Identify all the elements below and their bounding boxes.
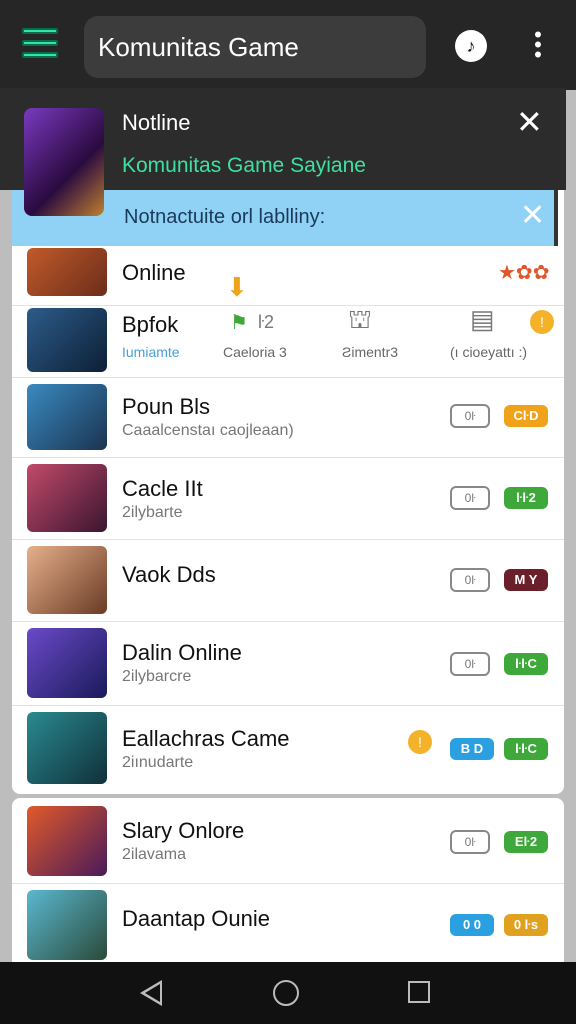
status-badge: ŀŀC (504, 738, 548, 760)
list-item-title: Poun Bls (122, 394, 211, 419)
game-thumbnail (27, 546, 107, 614)
gamepad-icon[interactable]: 0ŀ (450, 486, 490, 510)
game-thumbnail (27, 384, 107, 450)
hamburger-menu-icon[interactable] (22, 28, 60, 62)
list-item-subtitle: 2ilavama (122, 846, 187, 863)
game-thumbnail (27, 628, 107, 698)
gamepad-icon[interactable]: 0ŀ (450, 652, 490, 676)
notification-title: Notline (122, 110, 191, 135)
list-item[interactable]: Bpfok ⬇ ⚑ ŀ2 ⛫ ▤ ! Iumiamte Caeloria 3 Ƨ… (12, 272, 564, 378)
game-thumbnail (27, 806, 107, 876)
list-item[interactable]: Eallachras Came 2iınudarte ! B D ŀŀC (12, 706, 564, 792)
vertical-dots-icon[interactable]: • • • (530, 24, 546, 66)
stars-icon: ★✿✿ (498, 262, 550, 284)
gamepad-icon[interactable]: 0ŀ (450, 404, 490, 428)
home-circle-icon[interactable] (273, 980, 299, 1006)
close-icon[interactable]: ✕ (520, 200, 545, 232)
game-thumbnail (27, 712, 107, 784)
close-icon[interactable]: ✕ (516, 106, 543, 138)
status-badge: CŀD (504, 405, 548, 427)
list-item-title: Cacle IIt (122, 476, 203, 501)
list-item[interactable]: Vaok Dds 0ŀ M Y (12, 540, 564, 622)
music-note-icon[interactable]: ♪ (455, 30, 487, 62)
arrow-down-icon: ⬇ (226, 272, 248, 302)
search-field[interactable]: Komunitas Game (84, 16, 426, 78)
recents-square-icon[interactable] (408, 981, 430, 1003)
banner-text: Notnactuite orl lablliny: (124, 206, 326, 228)
status-badge: B D (450, 738, 494, 760)
list-item-subtitle: 2ilybarte (122, 504, 183, 521)
bpfok-badge: ŀ2 (258, 312, 275, 332)
stat-label: Ƨimentr3 (342, 344, 399, 360)
game-thumbnail (27, 890, 107, 960)
status-badge: ŀŀ2 (504, 487, 548, 509)
list-item-title: Eallachras Came (122, 726, 290, 751)
top-app-bar: Komunitas Game ♪ • • • (0, 0, 576, 90)
notification-popup[interactable]: Notline Komunitas Game Sayiane ✕ (0, 88, 566, 216)
list-item-title: Bpfok (122, 312, 179, 337)
flag-icon: ⚑ (230, 312, 248, 334)
game-thumbnail (27, 464, 107, 532)
scroll-edge (554, 190, 558, 246)
list-item[interactable]: Dalin Online 2ilybarcre 0ŀ ŀŀC (12, 622, 564, 706)
lightbulb-icon[interactable]: ! (408, 730, 432, 754)
game-thumbnail (27, 248, 107, 296)
lightbulb-icon[interactable]: ! (530, 310, 554, 334)
list-item[interactable]: Slary Onlore 2ilavama 0ŀ Eŀ2 (12, 800, 564, 884)
back-triangle-icon[interactable] (140, 980, 162, 1006)
notification-subtitle: Komunitas Game Sayiane (122, 154, 366, 177)
list-item-subtitle: Caaalcenstaı caojleaan) (122, 422, 294, 439)
list-item-subtitle: 2iınudarte (122, 754, 194, 771)
group-icon: ⛫ (348, 304, 372, 334)
stat-label: Caeloria 3 (223, 344, 287, 360)
notification-thumbnail (24, 108, 104, 216)
system-nav-bar (0, 962, 576, 1024)
status-badge: M Y (504, 569, 548, 591)
status-badge: ŀŀC (504, 653, 548, 675)
list-item-title: Online (122, 260, 186, 285)
stat-label: Iumiamte (122, 344, 180, 360)
status-badge: 0 ŀs (504, 914, 548, 936)
list-item-title: Slary Onlore (122, 818, 245, 843)
list-item-title: Dalin Online (122, 640, 242, 665)
document-icon: ▤ (470, 304, 495, 334)
game-thumbnail (27, 308, 107, 372)
gamepad-icon[interactable]: 0ŀ (450, 568, 490, 592)
list-item-subtitle: 2ilybarcre (122, 668, 192, 685)
list-item[interactable]: Daantap Ounie 0 0 0 ŀs (12, 884, 564, 964)
status-badge: Eŀ2 (504, 831, 548, 853)
status-badge: 0 0 (450, 914, 494, 936)
list-item-title: Vaok Dds (122, 562, 216, 587)
list-item[interactable]: Online ★✿✿ (12, 246, 564, 306)
list-item[interactable]: Poun Bls Caaalcenstaı caojleaan) 0ŀ CŀD (12, 378, 564, 458)
stat-label: (ı cioeyattı :) (450, 344, 528, 360)
gamepad-icon[interactable]: 0ŀ (450, 830, 490, 854)
list-item[interactable]: Cacle IIt 2ilybarte 0ŀ ŀŀ2 (12, 458, 564, 540)
list-item-title: Daantap Ounie (122, 906, 270, 931)
app-screen: Komunitas Game ♪ • • • Notline Komunitas G… (0, 0, 576, 1024)
